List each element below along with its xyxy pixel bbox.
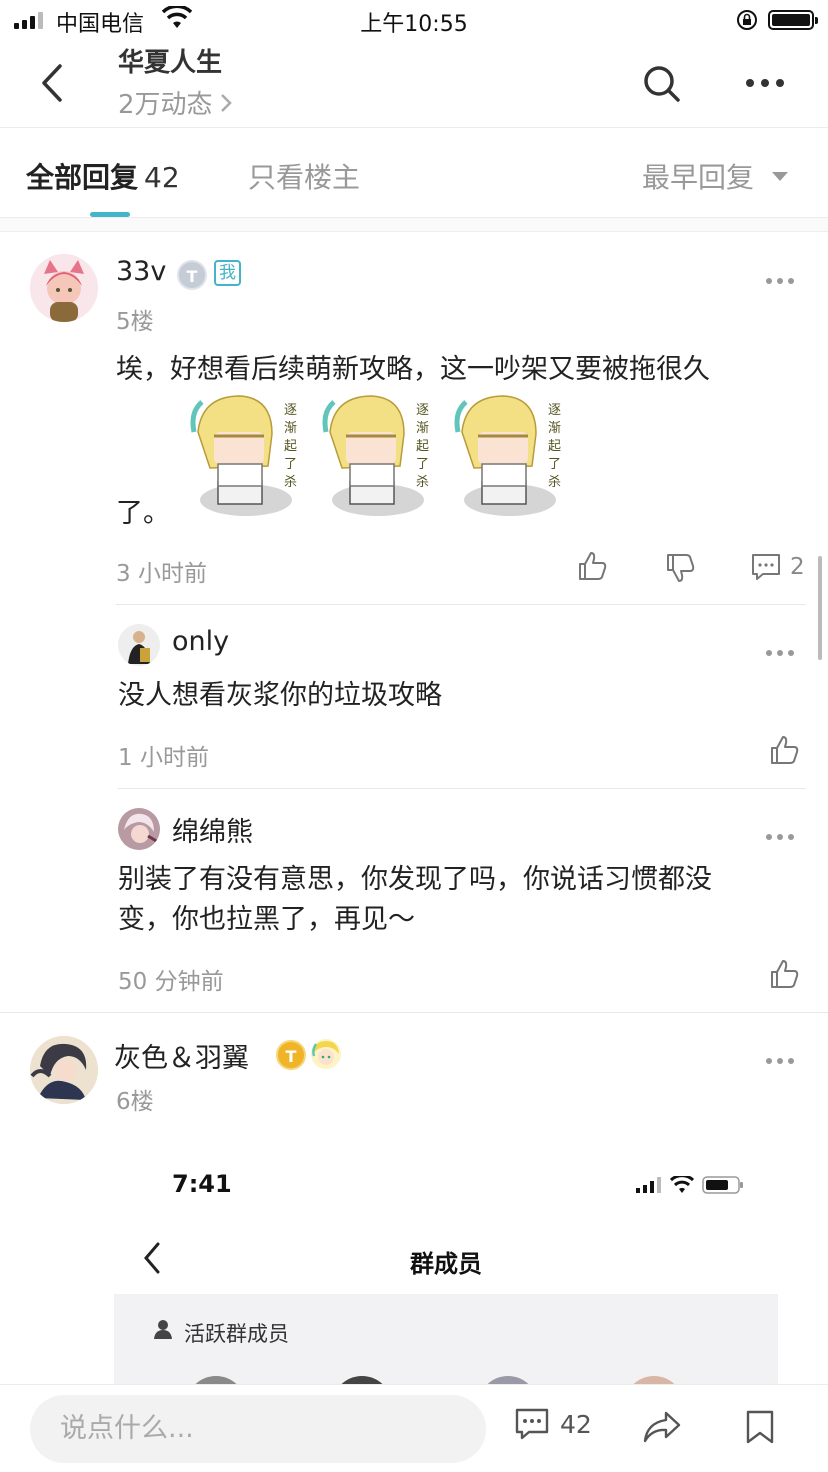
reply-author[interactable]: only bbox=[172, 626, 229, 657]
post-timestamp: 3 小时前 bbox=[116, 561, 207, 587]
reply-more-icon[interactable] bbox=[766, 650, 794, 656]
embedded-status-icons bbox=[636, 1176, 744, 1194]
orientation-lock-icon bbox=[737, 10, 757, 30]
like-icon[interactable] bbox=[576, 550, 608, 582]
post-content-continued: 了。 bbox=[116, 498, 170, 529]
sticker-image: 逐 渐 起 了 杀 bbox=[190, 395, 297, 516]
embedded-member-panel: 活跃群成员 bbox=[114, 1294, 778, 1384]
forum-activity-count: 2万动态 bbox=[118, 90, 213, 120]
svg-text:渐: 渐 bbox=[548, 421, 561, 436]
dislike-icon[interactable] bbox=[664, 552, 696, 584]
sticker-row: 逐 渐 起 了 杀 逐 渐 起 了 杀 逐 渐 起 了 杀 bbox=[188, 392, 572, 518]
reply-content: 没人想看灰浆你的垃圾攻略 bbox=[118, 680, 442, 711]
svg-text:渐: 渐 bbox=[284, 421, 297, 436]
svg-text:逐: 逐 bbox=[548, 403, 561, 418]
comment-icon bbox=[515, 1408, 549, 1440]
status-bar: 中国电信 上午10:55 bbox=[0, 0, 828, 40]
avatar[interactable] bbox=[118, 808, 160, 850]
svg-text:杀: 杀 bbox=[416, 475, 429, 490]
reply-timestamp: 1 小时前 bbox=[118, 745, 209, 771]
status-time: 上午10:55 bbox=[360, 12, 468, 37]
post-image[interactable]: 7:41 群成员 活跃群成员 bbox=[114, 1140, 778, 1384]
reply-comment-icon[interactable] bbox=[750, 552, 782, 582]
reply-filter-tabs: 全部回复 42 只看楼主 最早回复 bbox=[0, 128, 828, 218]
sort-label: 最早回复 bbox=[642, 161, 755, 194]
sort-dropdown[interactable]: 最早回复 bbox=[642, 156, 789, 196]
reply-more-icon[interactable] bbox=[766, 834, 794, 840]
me-badge: 我 bbox=[214, 260, 241, 286]
reply-count: 42 bbox=[144, 161, 180, 194]
tab-owner-only[interactable]: 只看楼主 bbox=[248, 156, 360, 196]
post-more-icon[interactable] bbox=[766, 278, 794, 284]
avatar[interactable] bbox=[30, 254, 98, 322]
svg-text:逐: 逐 bbox=[284, 403, 297, 418]
embedded-status-time: 7:41 bbox=[172, 1170, 232, 1198]
forum-subtitle-link[interactable]: 2万动态 bbox=[118, 84, 233, 121]
level-badge-icon: T bbox=[276, 1040, 306, 1070]
scrollbar[interactable] bbox=[818, 556, 822, 660]
section-divider bbox=[0, 218, 828, 232]
search-icon[interactable] bbox=[640, 62, 684, 106]
embedded-page-title: 群成员 bbox=[410, 1250, 482, 1278]
post-more-icon[interactable] bbox=[766, 1058, 794, 1064]
svg-text:渐: 渐 bbox=[416, 421, 429, 436]
person-icon bbox=[154, 1320, 172, 1339]
post-floor: 6楼 bbox=[116, 1089, 154, 1115]
svg-text:了: 了 bbox=[548, 457, 561, 472]
like-icon[interactable] bbox=[768, 734, 800, 766]
wifi-icon bbox=[670, 1176, 694, 1193]
divider bbox=[116, 604, 806, 605]
post-reply-count[interactable]: 2 bbox=[790, 554, 805, 580]
post-author[interactable]: 33v bbox=[116, 256, 166, 287]
tab-all-label: 全部回复 bbox=[26, 161, 139, 194]
forum-title[interactable]: 华夏人生 bbox=[118, 42, 222, 79]
bookmark-icon[interactable] bbox=[744, 1409, 776, 1445]
share-icon[interactable] bbox=[642, 1409, 682, 1445]
avatar-pendant-icon bbox=[311, 1039, 341, 1069]
tab-all-replies[interactable]: 全部回复 42 bbox=[26, 156, 180, 196]
embedded-section-label: 活跃群成员 bbox=[184, 1322, 289, 1346]
reply-content-continued: 变，你也拉黑了，再见～ bbox=[118, 904, 415, 935]
chevron-right-icon bbox=[220, 93, 232, 112]
like-icon[interactable] bbox=[768, 958, 800, 990]
more-icon[interactable] bbox=[740, 70, 790, 96]
svg-text:起: 起 bbox=[416, 439, 429, 454]
caret-down-icon bbox=[772, 171, 789, 181]
avatar[interactable] bbox=[118, 624, 160, 666]
post-author[interactable]: 灰色＆羽翼 bbox=[114, 1036, 249, 1075]
svg-text:杀: 杀 bbox=[548, 475, 561, 490]
bottom-action-bar: 说点什么... 42 bbox=[0, 1384, 828, 1472]
post-floor: 5楼 bbox=[116, 309, 154, 335]
active-tab-indicator bbox=[90, 212, 130, 217]
comment-input[interactable]: 说点什么... bbox=[30, 1395, 486, 1463]
reply-author[interactable]: 绵绵熊 bbox=[172, 810, 253, 849]
svg-text:逐: 逐 bbox=[416, 403, 429, 418]
svg-text:杀: 杀 bbox=[284, 475, 297, 490]
svg-text:起: 起 bbox=[548, 439, 561, 454]
svg-text:了: 了 bbox=[284, 457, 297, 472]
comments-button[interactable]: 42 bbox=[514, 1407, 592, 1441]
battery-icon bbox=[702, 1176, 743, 1194]
back-icon[interactable] bbox=[34, 60, 74, 106]
cellular-signal-icon bbox=[636, 1177, 661, 1193]
top-nav-bar: 华夏人生 2万动态 bbox=[0, 40, 828, 128]
reply-timestamp: 50 分钟前 bbox=[118, 969, 224, 995]
svg-text:起: 起 bbox=[284, 439, 297, 454]
svg-text:了: 了 bbox=[416, 457, 429, 472]
avatar[interactable] bbox=[30, 1036, 98, 1104]
sticker-image: 逐 渐 起 了 杀 bbox=[322, 395, 429, 516]
sticker-image: 逐 渐 起 了 杀 bbox=[454, 395, 561, 516]
comment-count: 42 bbox=[560, 1409, 592, 1439]
reply-content: 别装了有没有意思，你发现了吗，你说话习惯都没 bbox=[118, 864, 712, 895]
divider bbox=[0, 1012, 828, 1013]
level-badge-icon: T bbox=[177, 260, 207, 290]
post-content: 埃，好想看后续萌新攻略，这一吵架又要被拖很久 bbox=[116, 354, 710, 385]
battery-icon bbox=[768, 10, 818, 30]
divider bbox=[118, 788, 806, 789]
embedded-member-avatars bbox=[186, 1376, 684, 1384]
